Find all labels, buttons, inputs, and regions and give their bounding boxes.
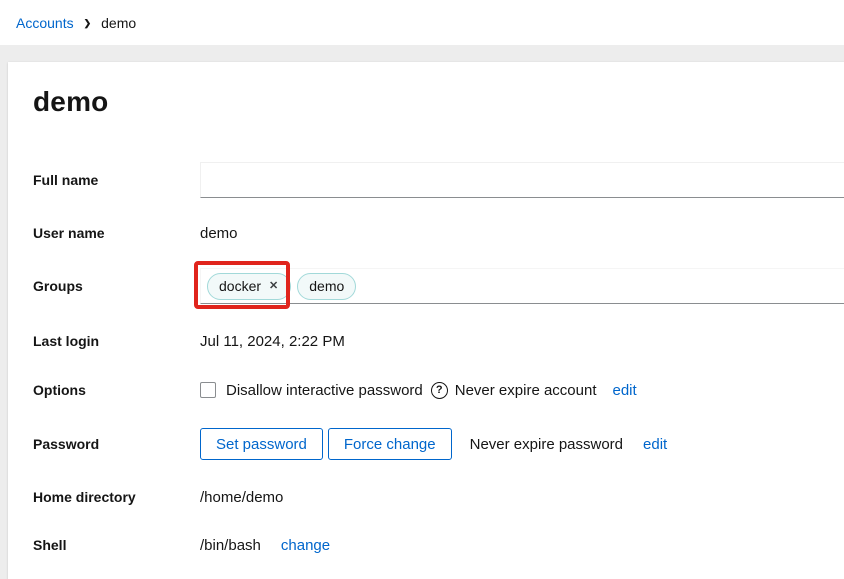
full-name-input[interactable]: [200, 162, 844, 198]
home-directory-label: Home directory: [33, 489, 200, 505]
options-row: Options Disallow interactive password ? …: [33, 372, 844, 408]
groups-label: Groups: [33, 278, 200, 294]
breadcrumb-current: demo: [101, 15, 136, 31]
user-name-value: demo: [200, 225, 238, 242]
breadcrumb-bar: Accounts ❯ demo: [0, 0, 844, 45]
last-login-label: Last login: [33, 333, 200, 349]
user-name-row: User name demo: [33, 215, 844, 251]
close-icon[interactable]: ✕: [268, 281, 279, 292]
shell-row: Shell /bin/bash change: [33, 527, 844, 563]
chevron-right-icon: ❯: [84, 17, 92, 29]
account-expiry-edit-link[interactable]: edit: [613, 382, 637, 399]
password-row: Password Set password Force change Never…: [33, 428, 844, 460]
never-expire-password-text: Never expire password: [470, 436, 623, 453]
shell-value: /bin/bash: [200, 537, 261, 554]
group-chip-label: docker: [219, 278, 261, 294]
user-name-label: User name: [33, 225, 200, 241]
question-circle-icon[interactable]: ?: [431, 382, 448, 399]
last-login-row: Last login Jul 11, 2024, 2:22 PM: [33, 323, 844, 359]
disallow-password-checkbox[interactable]: [200, 382, 216, 398]
shell-label: Shell: [33, 537, 200, 553]
options-label: Options: [33, 382, 200, 398]
password-expiry-edit-link[interactable]: edit: [643, 436, 667, 453]
full-name-row: Full name: [33, 162, 844, 198]
disallow-password-checkbox-label[interactable]: Disallow interactive password: [226, 382, 423, 399]
home-directory-row: Home directory /home/demo: [33, 479, 844, 515]
shell-change-link[interactable]: change: [281, 537, 330, 554]
group-chip-demo: demo: [297, 273, 356, 300]
password-label: Password: [33, 436, 200, 452]
force-change-button[interactable]: Force change: [328, 428, 452, 460]
set-password-button[interactable]: Set password: [200, 428, 323, 460]
groups-row: Groups docker ✕ demo: [33, 268, 844, 304]
last-login-value: Jul 11, 2024, 2:22 PM: [200, 333, 345, 350]
full-name-label: Full name: [33, 172, 200, 188]
home-directory-value: /home/demo: [200, 489, 283, 506]
group-chip-label: demo: [309, 278, 344, 294]
breadcrumb-link-accounts[interactable]: Accounts: [16, 15, 74, 31]
never-expire-account-text: Never expire account: [455, 382, 597, 399]
page-title: demo: [33, 86, 108, 118]
group-chip-docker: docker ✕: [207, 273, 291, 300]
groups-input[interactable]: docker ✕ demo: [200, 268, 844, 304]
breadcrumb: Accounts ❯ demo: [16, 15, 136, 31]
